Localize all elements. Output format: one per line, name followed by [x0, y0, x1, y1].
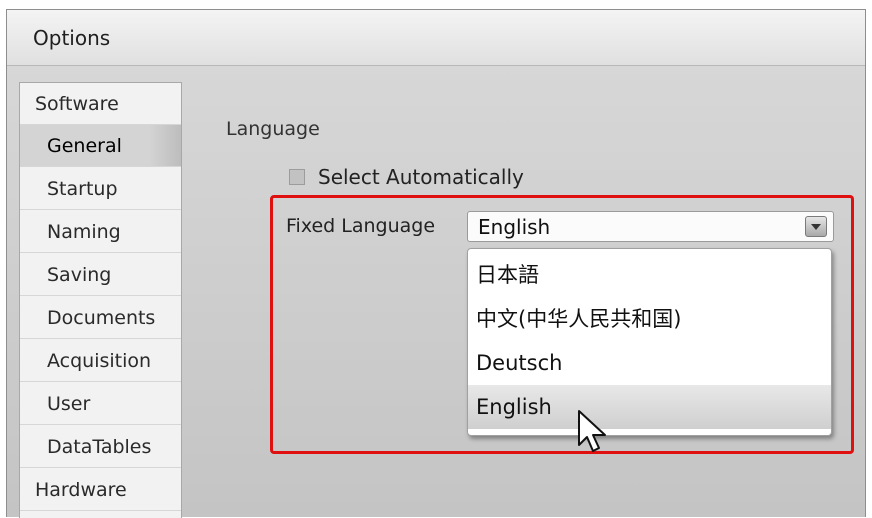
- nav-item-startup[interactable]: Startup: [20, 168, 181, 210]
- language-option-chinese[interactable]: 中文(中华人民共和国): [468, 297, 831, 341]
- nav-item-datatables[interactable]: DataTables: [20, 426, 181, 468]
- nav-item-acquisition[interactable]: Acquisition: [20, 340, 181, 382]
- fixed-language-select[interactable]: English: [467, 211, 834, 242]
- nav-item-naming[interactable]: Naming: [20, 211, 181, 253]
- options-nav: Software General Startup Naming Saving D…: [19, 82, 182, 518]
- chevron-down-icon[interactable]: [805, 216, 827, 237]
- select-automatically-label[interactable]: Select Automatically: [318, 165, 524, 189]
- fixed-language-label: Fixed Language: [286, 215, 436, 237]
- language-option-german[interactable]: Deutsch: [468, 341, 831, 385]
- language-section-label: Language: [226, 118, 320, 140]
- language-option-japanese[interactable]: 日本語: [468, 253, 831, 297]
- title-bar: Options: [7, 10, 865, 66]
- language-dropdown-list: 日本語 中文(中华人民共和国) Deutsch English: [467, 248, 832, 436]
- nav-item-hardware[interactable]: Hardware: [20, 469, 181, 511]
- nav-item-general[interactable]: General: [20, 125, 181, 167]
- window-title: Options: [33, 26, 111, 50]
- mouse-pointer-icon: [578, 410, 606, 452]
- select-automatically-checkbox[interactable]: [289, 169, 305, 185]
- nav-item-saving[interactable]: Saving: [20, 254, 181, 296]
- fixed-language-value: English: [478, 215, 551, 239]
- nav-item-user[interactable]: User: [20, 383, 181, 425]
- nav-item-software[interactable]: Software: [20, 83, 181, 125]
- nav-item-documents[interactable]: Documents: [20, 297, 181, 339]
- language-option-english[interactable]: English: [468, 385, 831, 429]
